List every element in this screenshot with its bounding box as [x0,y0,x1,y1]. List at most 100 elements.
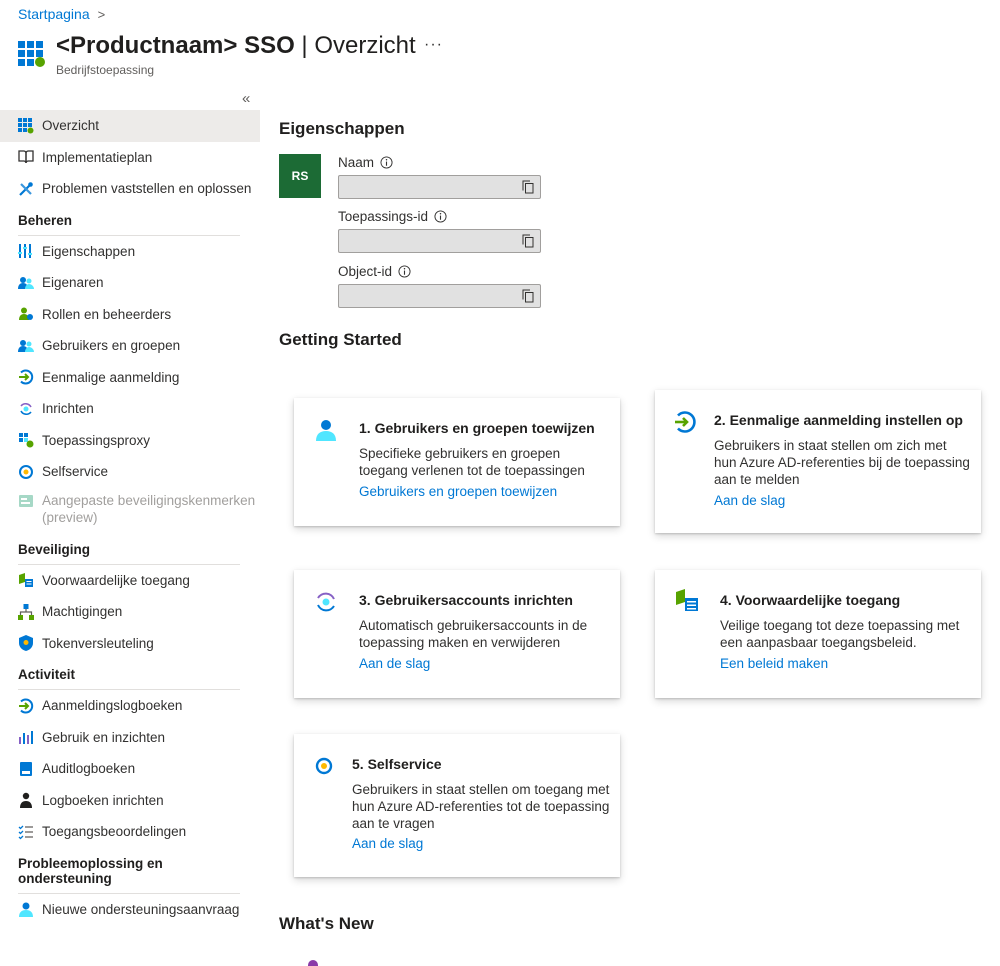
sidebar-item-aangepaste-kenmerken[interactable]: Aangepaste beveiligingskenmerken (previe… [0,488,260,534]
grid-icon [18,117,34,134]
sidebar-item-label: Inrichten [42,401,94,417]
enterprise-app-icon [18,41,45,67]
card-title: 1. Gebruikers en groepen toewijzen [359,420,595,436]
sidebar-item-eigenschappen[interactable]: Eigenschappen [0,236,260,268]
sidebar-item-toepassingsproxy[interactable]: Toepassingsproxy [0,425,260,457]
sidebar-item-eenmalige-aanmelding[interactable]: Eenmalige aanmelding [0,362,260,394]
sidebar-item-inrichten[interactable]: Inrichten [0,393,260,425]
card-description: Gebruikers in staat stellen om toegang m… [352,782,610,831]
card-assign-users: 1. Gebruikers en groepen toewijzen Speci… [294,398,620,526]
name-field[interactable] [338,175,541,199]
sidebar-item-machtigingen[interactable]: Machtigingen [0,596,260,628]
sidebar-item-auditlogboeken[interactable]: Auditlogboeken [0,753,260,785]
sidebar-item-voorwaardelijke-toegang[interactable]: Voorwaardelijke toegang [0,565,260,597]
name-label: Naam [338,155,393,170]
sidebar-item-eigenaren[interactable]: Eigenaren [0,267,260,299]
sidebar-item-label: Eenmalige aanmelding [42,369,180,385]
more-options-button[interactable]: ··· [424,36,443,54]
sidebar-item-problemen[interactable]: Problemen vaststellen en oplossen [0,173,260,205]
section-header-beveiliging: Beveiliging [18,542,240,565]
get-started-link[interactable]: Aan de slag [359,656,430,671]
access-reviews-icon [18,825,33,840]
users-groups-icon [18,339,34,352]
card-title: 2. Eenmalige aanmelding instellen op [714,412,963,428]
card-single-sign-on: 2. Eenmalige aanmelding instellen op Geb… [655,390,981,533]
self-service-icon [19,464,33,479]
sidebar-item-ondersteuningsaanvraag[interactable]: Nieuwe ondersteuningsaanvraag [0,894,260,926]
app-avatar: RS [279,154,321,198]
sidebar-item-label: Implementatieplan [42,149,153,165]
owners-icon [18,276,34,289]
usage-insights-icon [19,731,33,745]
assign-users-link[interactable]: Gebruikers en groepen toewijzen [359,484,557,499]
section-header-beheren: Beheren [18,213,240,236]
card-title: 5. Selfservice [352,756,442,772]
sidebar-nav: Overzicht Implementatieplan Problemen va… [0,110,260,925]
sidebar-item-tokenversleuteling[interactable]: Tokenversleuteling [0,628,260,660]
sidebar-item-label: Logboeken inrichten [42,792,164,808]
name-label-text: Naam [338,155,375,170]
sidebar-item-label: Toepassingsproxy [42,432,151,448]
info-icon[interactable] [380,156,393,169]
info-icon[interactable] [398,265,411,278]
conditional-access-icon [19,573,33,588]
copy-icon[interactable] [522,234,534,248]
card-title: 3. Gebruikersaccounts inrichten [359,592,573,608]
collapse-sidebar-button[interactable]: « [242,90,250,107]
sidebar-item-aanmeldingslogboeken[interactable]: Aanmeldingslogboeken [0,690,260,722]
app-proxy-icon [19,433,34,448]
application-id-label: Toepassings-id [338,209,447,224]
section-header-ondersteuning: Probleemoplossing en ondersteuning [18,856,240,894]
sidebar-item-gebruikers-groepen[interactable]: Gebruikers en groepen [0,330,260,362]
sidebar-item-gebruik-inzichten[interactable]: Gebruik en inzichten [0,722,260,754]
sidebar-item-implementatieplan[interactable]: Implementatieplan [0,142,260,174]
application-id-label-text: Toepassings-id [338,209,429,224]
sidebar-item-label: Voorwaardelijke toegang [42,572,190,588]
sidebar-item-label: Overzicht [42,118,100,134]
sidebar-item-selfservice[interactable]: Selfservice [0,456,260,488]
news-icon [308,960,318,966]
sidebar-item-toegangsbeoordelingen[interactable]: Toegangsbeoordelingen [0,816,260,848]
sidebar-item-label: Rollen en beheerders [42,306,172,322]
sidebar-item-label: Gebruikers en groepen [42,338,181,354]
shield-icon [19,635,33,652]
create-policy-link[interactable]: Een beleid maken [720,656,828,671]
sidebar-item-label: Machtigingen [42,604,123,620]
sidebar-item-rollen[interactable]: Rollen en beheerders [0,299,260,331]
self-service-icon [315,757,333,775]
sidebar-item-overzicht[interactable]: Overzicht [0,110,260,142]
info-icon[interactable] [434,210,447,223]
provisioning-logs-icon [20,793,32,809]
breadcrumb-separator: > [97,6,106,22]
card-title: 4. Voorwaardelijke toegang [720,592,901,608]
card-provision-accounts: 3. Gebruikersaccounts inrichten Automati… [294,570,620,698]
sign-in-icon [19,369,34,385]
get-started-link[interactable]: Aan de slag [352,836,423,851]
roles-icon [19,307,33,321]
object-id-label-text: Object-id [338,264,393,279]
sidebar-item-logboeken-inrichten[interactable]: Logboeken inrichten [0,785,260,817]
sidebar-item-label: Eigenaren [42,275,104,291]
card-self-service: 5. Selfservice Gebruikers in staat stell… [294,734,620,877]
sidebar-item-label: Aangepaste beveiligingskenmerken (previe… [42,492,256,525]
support-request-icon [19,902,33,918]
audit-logs-icon [20,761,32,776]
whats-new-title: What's New [279,914,374,933]
copy-icon[interactable] [522,180,534,194]
copy-icon[interactable] [522,289,534,303]
conditional-access-icon [676,589,698,611]
card-description: Veilige toegang tot deze toepassing met … [720,618,960,650]
sidebar-item-label: Auditlogboeken [42,761,136,777]
get-started-link[interactable]: Aan de slag [714,493,785,508]
page-title: <Productnaam> SSO | Overzicht [56,32,416,60]
user-icon [316,420,336,441]
page-title-product: <Productnaam> SSO [56,32,295,59]
custom-attributes-icon [19,494,33,507]
book-icon [18,150,34,164]
sidebar-item-label: Eigenschappen [42,243,136,259]
section-header-activiteit: Activiteit [18,667,240,690]
breadcrumb-home-link[interactable]: Startpagina [18,6,90,22]
permissions-icon [18,603,34,620]
object-id-field[interactable] [338,284,541,308]
application-id-field[interactable] [338,229,541,253]
